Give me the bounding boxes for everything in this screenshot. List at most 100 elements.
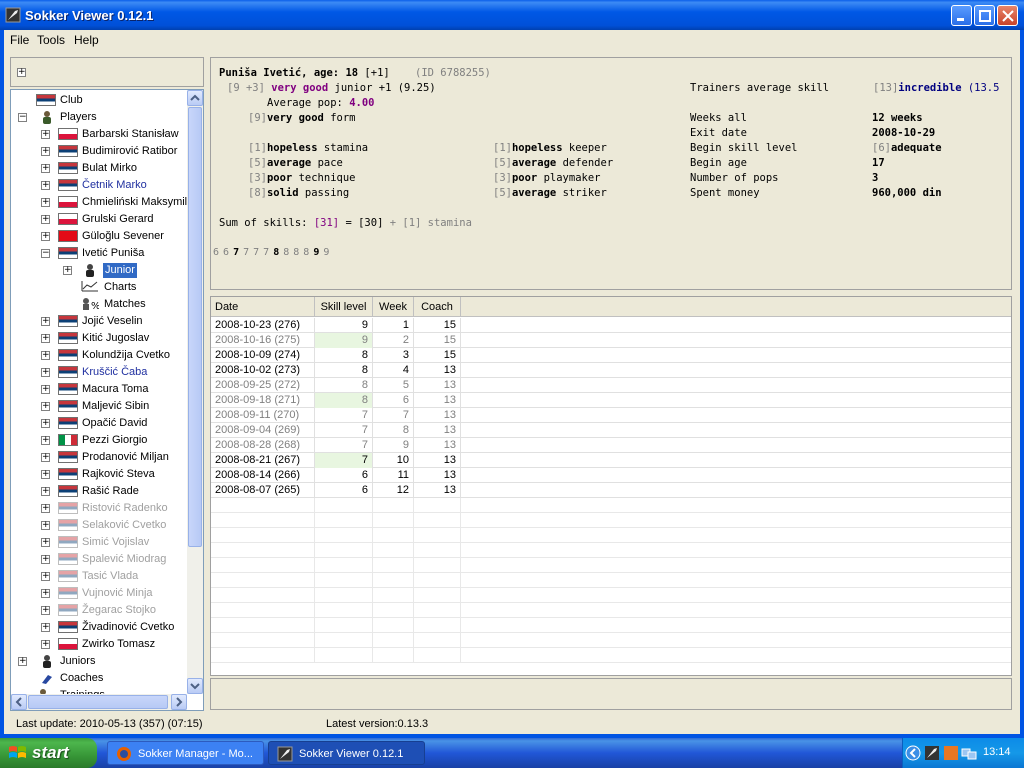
tree-item-player[interactable]: Jojić Veselin bbox=[11, 313, 187, 330]
tree-item-player[interactable]: Vujnović Minja bbox=[11, 585, 187, 602]
cell-coach: 13 bbox=[414, 363, 461, 378]
skill-row: [5]average defender bbox=[493, 157, 613, 169]
column-skill-level[interactable]: Skill level bbox=[315, 297, 373, 317]
tree-item-player[interactable]: Živadinović Cvetko bbox=[11, 619, 187, 636]
navigation-tree: Club − Players + Barbarski Stanisław + Budimir… bbox=[10, 89, 204, 711]
tree-item-coaches[interactable]: Coaches bbox=[11, 670, 187, 687]
tree-item-player[interactable]: Žegarac Stojko bbox=[11, 602, 187, 619]
start-button[interactable]: start bbox=[0, 738, 97, 768]
bottom-panel bbox=[210, 678, 1012, 710]
tree-item-player[interactable]: Chmieliński Maksymili bbox=[11, 194, 187, 211]
flag-icon bbox=[58, 179, 78, 191]
table-row[interactable]: 2008-09-04 (269) 7 8 13 bbox=[211, 423, 1011, 438]
column-week[interactable]: Week bbox=[373, 297, 414, 317]
tree-item-player[interactable]: Pezzi Giorgio bbox=[11, 432, 187, 449]
menu-help[interactable]: Help bbox=[74, 33, 99, 47]
tree-hscroll-thumb[interactable] bbox=[28, 695, 168, 709]
tree-item-label: Vujnović Minja bbox=[82, 587, 153, 599]
column-coach[interactable]: Coach bbox=[414, 297, 461, 317]
flag-icon bbox=[58, 315, 78, 327]
menu-tools[interactable]: Tools bbox=[37, 33, 65, 47]
tree-item-club[interactable]: Club bbox=[11, 92, 187, 109]
task-sokker-manager[interactable]: Sokker Manager - Mo... bbox=[107, 741, 264, 765]
close-button[interactable] bbox=[997, 5, 1018, 26]
latest-version-text: Latest version:0.13.3 bbox=[326, 718, 429, 730]
empty-cell bbox=[315, 648, 373, 663]
table-row[interactable]: 2008-10-23 (276) 9 1 15 bbox=[211, 318, 1011, 333]
left-panel: + Club − Players + Barbarski Stanisław + Budim… bbox=[10, 57, 204, 711]
tree-item-matches[interactable]: % Matches bbox=[11, 296, 187, 313]
tree-item-charts[interactable]: Charts bbox=[11, 279, 187, 296]
cell-date: 2008-09-18 (271) bbox=[211, 393, 315, 408]
tray-expand-icon[interactable] bbox=[905, 745, 921, 761]
tree-item-trainings[interactable]: Trainings bbox=[11, 687, 187, 694]
tree-item-player[interactable]: Rajković Steva bbox=[11, 466, 187, 483]
cell-skill: 7 bbox=[315, 408, 373, 423]
scroll-right-button[interactable] bbox=[171, 694, 187, 710]
table-row[interactable]: 2008-09-25 (272) 8 5 13 bbox=[211, 378, 1011, 393]
tree-item-player[interactable]: Selaković Cvetko bbox=[11, 517, 187, 534]
tree-item-player[interactable]: Spalević Miodrag bbox=[11, 551, 187, 568]
minimize-button[interactable] bbox=[951, 5, 972, 26]
maximize-button[interactable] bbox=[974, 5, 995, 26]
player-header: Puniša Ivetić, age: 18 [+1] (ID 6788255) bbox=[219, 67, 491, 79]
table-row[interactable]: 2008-10-02 (273) 8 4 13 bbox=[211, 363, 1011, 378]
skill-bracket: [5] bbox=[493, 187, 512, 199]
tree-item-player[interactable]: Güloğlu Sevener bbox=[11, 228, 187, 245]
tree-item-player[interactable]: Kitić Jugoslav bbox=[11, 330, 187, 347]
table-row[interactable]: 2008-08-28 (268) 7 9 13 bbox=[211, 438, 1011, 453]
tree-item-junior[interactable]: Junior bbox=[11, 262, 187, 279]
table-row[interactable]: 2008-10-09 (274) 8 3 15 bbox=[211, 348, 1011, 363]
tree-item-player[interactable]: Tasić Vlada bbox=[11, 568, 187, 585]
tree-item-player[interactable]: Barbarski Stanisław bbox=[11, 126, 187, 143]
tree-scroll-thumb[interactable] bbox=[188, 107, 202, 547]
tree-item-player[interactable]: Simić Vojislav bbox=[11, 534, 187, 551]
tree-item-juniors[interactable]: Juniors bbox=[11, 653, 187, 670]
scroll-left-button[interactable] bbox=[11, 694, 27, 710]
table-row[interactable]: 2008-10-16 (275) 9 2 15 bbox=[211, 333, 1011, 348]
task-sokker-viewer[interactable]: Sokker Viewer 0.12.1 bbox=[268, 741, 425, 765]
table-row[interactable]: 2008-08-21 (267) 7 10 13 bbox=[211, 453, 1011, 468]
tree-item-player[interactable]: Macura Toma bbox=[11, 381, 187, 398]
tray-app-icon[interactable] bbox=[924, 745, 940, 761]
skill-word: average bbox=[511, 187, 557, 199]
tree-horizontal-scrollbar[interactable] bbox=[11, 694, 187, 710]
cell-coach: 13 bbox=[414, 408, 461, 423]
scroll-up-button[interactable] bbox=[187, 90, 203, 106]
tree-item-player[interactable]: Opačić David bbox=[11, 415, 187, 432]
tree-item-player[interactable]: Grulski Gerard bbox=[11, 211, 187, 228]
tray-network-icon[interactable] bbox=[961, 745, 977, 761]
expand-all-button[interactable]: + bbox=[17, 68, 26, 77]
tree-item-player[interactable]: Bulat Mirko bbox=[11, 160, 187, 177]
tree-item-player[interactable]: Prodanović Miljan bbox=[11, 449, 187, 466]
tree-item-players[interactable]: Players bbox=[11, 109, 187, 126]
tree-item-player[interactable]: Ristović Radenko bbox=[11, 500, 187, 517]
tree-item-player[interactable]: Kolundžija Cvetko bbox=[11, 347, 187, 364]
sum-bracket: [31] bbox=[313, 217, 340, 229]
tree-item-player[interactable]: Rašić Rade bbox=[11, 483, 187, 500]
tree-item-player[interactable]: Četnik Marko bbox=[11, 177, 187, 194]
table-row[interactable]: 2008-08-07 (265) 6 12 13 bbox=[211, 483, 1011, 498]
skill-bracket: [1] bbox=[493, 142, 512, 154]
tree-item-label: Kolundžija Cvetko bbox=[82, 349, 171, 361]
table-row[interactable]: 2008-08-14 (266) 6 11 13 bbox=[211, 468, 1011, 483]
skill-bracket: [1] bbox=[248, 142, 267, 154]
column-date[interactable]: Date bbox=[211, 297, 315, 317]
table-row[interactable]: 2008-09-11 (270) 7 7 13 bbox=[211, 408, 1011, 423]
tree-vertical-scrollbar[interactable] bbox=[187, 90, 203, 694]
tree-item-player[interactable]: Maljević Sibin bbox=[11, 398, 187, 415]
flag-icon bbox=[58, 383, 78, 395]
menu-file[interactable]: File bbox=[10, 33, 29, 47]
empty-cell bbox=[414, 603, 461, 618]
skill-bracket: [3] bbox=[248, 172, 267, 184]
tree-item-player[interactable]: Kruščić Čaba bbox=[11, 364, 187, 381]
scroll-down-button[interactable] bbox=[187, 678, 203, 694]
tree-item-player[interactable]: Zwirko Tomasz bbox=[11, 636, 187, 653]
tray-java-icon[interactable] bbox=[943, 745, 959, 761]
table-row[interactable]: 2008-09-18 (271) 8 6 13 bbox=[211, 393, 1011, 408]
tree-item-player[interactable]: Ivetić Puniša bbox=[11, 245, 187, 262]
empty-cell bbox=[211, 498, 315, 513]
tree-item-player[interactable]: Budimirović Ratibor bbox=[11, 143, 187, 160]
empty-cell bbox=[211, 648, 315, 663]
stat-value-text: 960,000 din bbox=[872, 187, 942, 199]
